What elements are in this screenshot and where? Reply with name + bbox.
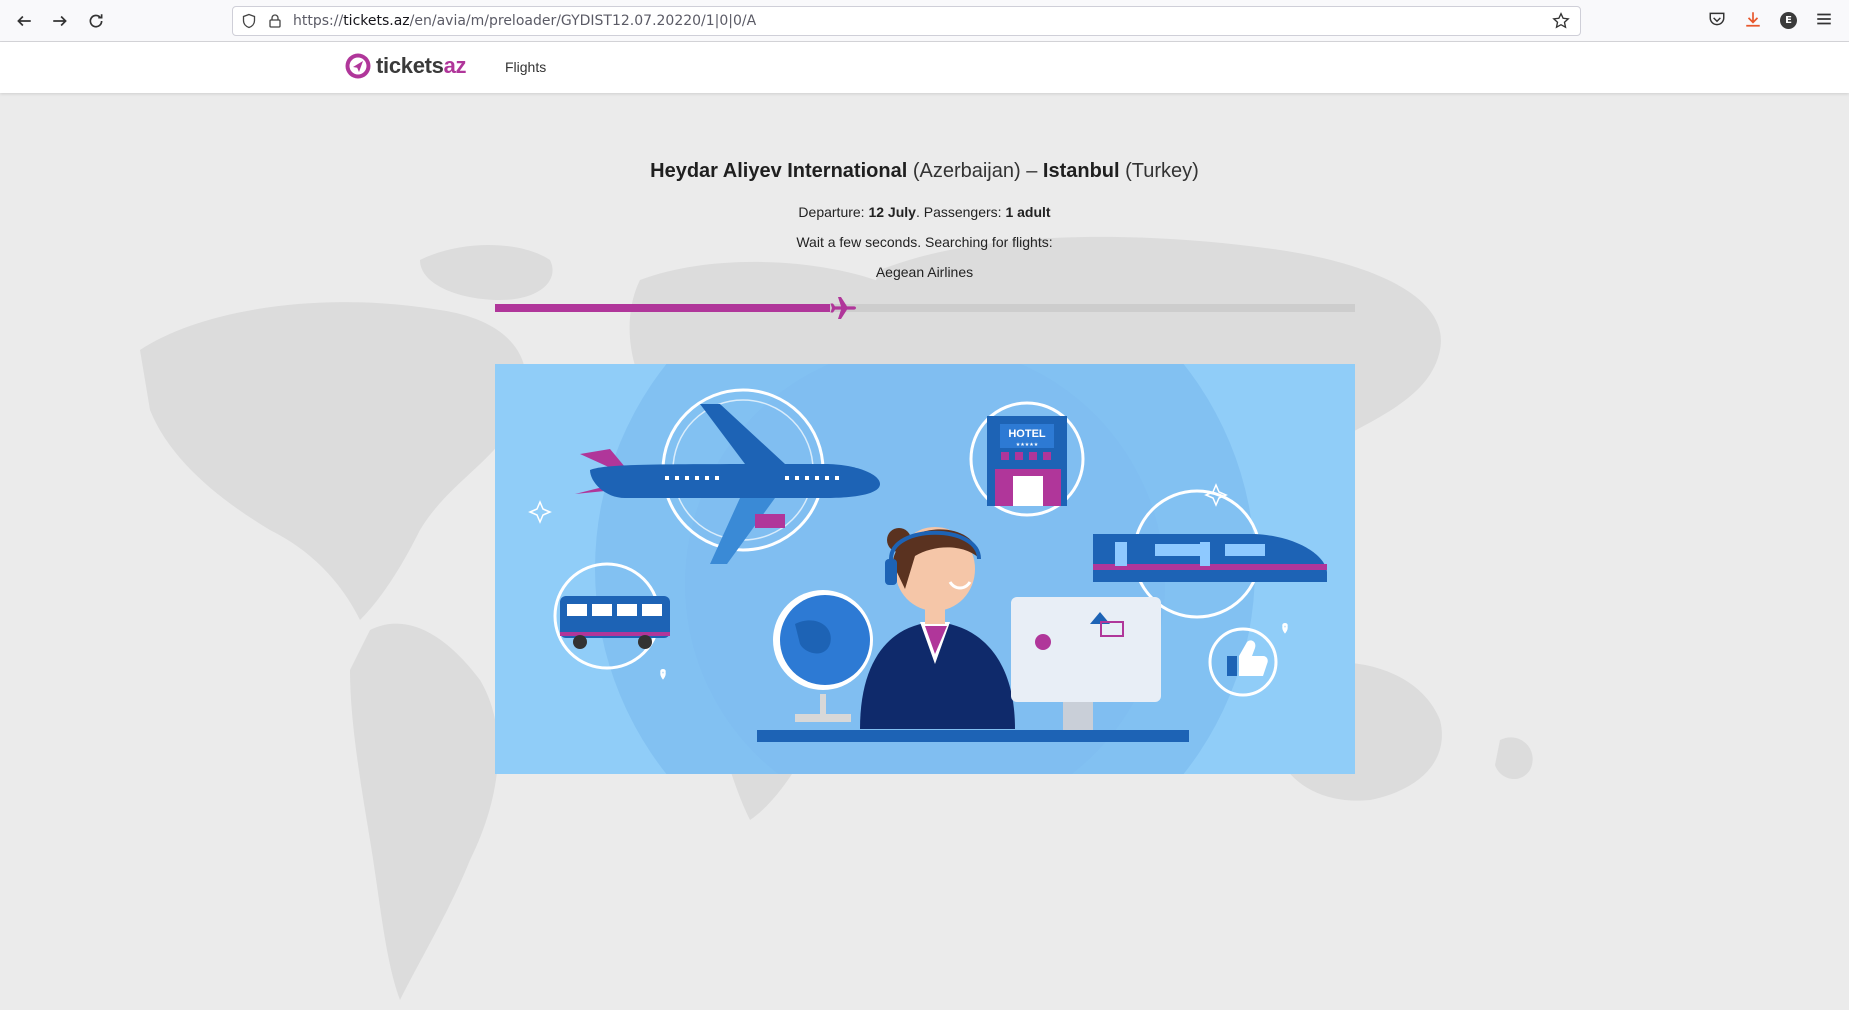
passengers-label: Passengers: bbox=[923, 204, 1002, 220]
forward-arrow-icon bbox=[53, 15, 67, 27]
route-separator: – bbox=[1026, 160, 1038, 182]
back-button[interactable] bbox=[13, 10, 35, 32]
url-scheme: https:// bbox=[293, 13, 344, 29]
address-bar[interactable]: https://tickets.az/en/avia/m/preloader/G… bbox=[232, 6, 1581, 36]
wait-message: Wait a few seconds. Searching for flight… bbox=[796, 234, 1053, 250]
logo-wordmark: ticketsaz bbox=[376, 53, 467, 79]
tracking-shield-icon[interactable] bbox=[241, 13, 257, 29]
nav-flights-link[interactable]: Flights bbox=[505, 59, 546, 75]
airplane-progress-icon bbox=[830, 297, 856, 319]
progress-fill bbox=[495, 304, 830, 312]
logo-accent-text: az bbox=[443, 53, 467, 78]
site-logo[interactable]: ticketsaz bbox=[344, 52, 467, 80]
heart-icon bbox=[1282, 623, 1288, 634]
menu-button[interactable] bbox=[1815, 10, 1833, 33]
departure-date: 12 July bbox=[868, 204, 916, 220]
account-avatar[interactable]: E bbox=[1780, 12, 1797, 29]
avatar-initial: E bbox=[1785, 15, 1792, 26]
pocket-button[interactable] bbox=[1708, 10, 1726, 33]
search-progress-bar bbox=[495, 297, 1355, 319]
hotel-graphic: HOTEL ★★★★★ bbox=[969, 401, 1085, 517]
origin-country: (Azerbaijan) bbox=[912, 160, 1021, 182]
reload-button[interactable] bbox=[85, 10, 107, 32]
search-illustration: HOTEL ★★★★★ bbox=[495, 364, 1355, 774]
origin-name: Heydar Aliyev International bbox=[650, 160, 908, 182]
destination-country: (Turkey) bbox=[1125, 160, 1199, 182]
site-header: ticketsaz Flights bbox=[0, 42, 1849, 93]
travel-agent-illustration: HOTEL ★★★★★ bbox=[528, 364, 1327, 774]
pocket-icon bbox=[1709, 12, 1725, 26]
desk-graphic bbox=[757, 730, 1189, 742]
destination-name: Istanbul bbox=[1042, 160, 1120, 182]
hotel-stars: ★★★★★ bbox=[1016, 442, 1039, 448]
passengers-value: 1 adult bbox=[1005, 204, 1051, 220]
url-path: /en/avia/m/preloader/GYDIST12.07.20220/1… bbox=[409, 13, 757, 29]
search-summary: Departure: 12 July. Passengers: 1 adult bbox=[798, 204, 1051, 220]
ticket-logo-icon bbox=[345, 53, 371, 79]
download-icon bbox=[1746, 12, 1760, 27]
departure-label: Departure: bbox=[798, 204, 865, 220]
url-host: tickets.az bbox=[343, 13, 410, 29]
heart-icon bbox=[660, 669, 666, 680]
route-title: Heydar Aliyev International (Azerbaijan)… bbox=[0, 160, 1849, 183]
bookmark-star-icon[interactable] bbox=[1552, 12, 1570, 30]
hamburger-menu-icon bbox=[1817, 13, 1831, 25]
current-airline: Aegean Airlines bbox=[875, 264, 974, 280]
browser-toolbar: https://tickets.az/en/avia/m/preloader/G… bbox=[0, 0, 1849, 42]
reload-icon bbox=[89, 14, 103, 28]
downloads-button[interactable] bbox=[1744, 10, 1762, 33]
lock-icon[interactable] bbox=[267, 13, 283, 29]
url-text[interactable]: https://tickets.az/en/avia/m/preloader/G… bbox=[293, 13, 756, 29]
forward-button[interactable] bbox=[49, 10, 71, 32]
sparkle-icon bbox=[528, 500, 552, 524]
hotel-sign-text: HOTEL bbox=[1008, 428, 1046, 440]
back-arrow-icon bbox=[17, 15, 31, 27]
logo-main-text: tickets bbox=[376, 53, 444, 78]
